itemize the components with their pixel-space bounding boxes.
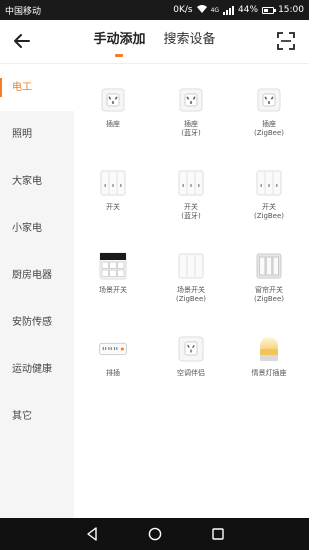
curtain-switch-icon bbox=[255, 252, 283, 280]
app-root: 中国移动 0K/s 4G 44% 15:00 手动添加 搜索设备 电工 照明 大… bbox=[0, 0, 309, 550]
socket-icon bbox=[177, 86, 205, 114]
sidebar-item-other[interactable]: 其它 bbox=[0, 393, 74, 440]
sidebar-item-label: 大家电 bbox=[12, 176, 42, 187]
ambient-lamp-icon bbox=[255, 335, 283, 363]
device-name: 情景灯插座 bbox=[251, 369, 287, 377]
network-speed: 0K/s bbox=[173, 5, 193, 15]
device-item-switch[interactable]: 开关 bbox=[74, 169, 152, 252]
sidebar-item-lighting[interactable]: 照明 bbox=[0, 111, 74, 158]
device-protocol: (ZigBee) bbox=[175, 295, 207, 303]
scene-switch-zigbee-icon bbox=[177, 252, 205, 280]
sidebar-item-security[interactable]: 安防传感 bbox=[0, 299, 74, 346]
network-type: 4G bbox=[210, 6, 220, 14]
device-name: 开关 bbox=[262, 203, 276, 211]
device-name: 开关 bbox=[184, 203, 198, 211]
device-name: 开关 bbox=[106, 203, 120, 211]
sidebar-item-label: 运动健康 bbox=[12, 364, 52, 375]
switch-icon bbox=[99, 169, 127, 197]
status-bar: 中国移动 0K/s 4G 44% 15:00 bbox=[0, 0, 309, 20]
sidebar-item-electrician[interactable]: 电工 bbox=[0, 64, 74, 111]
device-name: 排插 bbox=[106, 369, 120, 377]
device-protocol: (ZigBee) bbox=[253, 129, 285, 137]
socket-icon bbox=[99, 86, 127, 114]
category-sidebar: 电工 照明 大家电 小家电 厨房电器 安防传感 运动健康 其它 bbox=[0, 64, 74, 518]
scan-icon[interactable] bbox=[277, 32, 295, 50]
device-name: 插座 bbox=[184, 120, 198, 128]
device-protocol: (ZigBee) bbox=[253, 212, 285, 220]
signal-icon bbox=[223, 5, 235, 15]
device-item-socket-bluetooth[interactable]: 插座 (蓝牙) bbox=[152, 86, 230, 169]
battery-percent: 44% bbox=[238, 5, 259, 15]
tab-manual-add[interactable]: 手动添加 bbox=[93, 20, 146, 64]
device-name: 插座 bbox=[262, 120, 276, 128]
ac-companion-icon bbox=[177, 335, 205, 363]
tab-active-indicator bbox=[115, 54, 124, 57]
sidebar-item-small-appliances[interactable]: 小家电 bbox=[0, 205, 74, 252]
carrier-label: 中国移动 bbox=[5, 6, 42, 17]
system-nav-bar bbox=[0, 518, 309, 550]
device-item-ac-companion[interactable]: 空调伴侣 bbox=[152, 335, 230, 418]
socket-icon bbox=[255, 86, 283, 114]
device-protocol: (蓝牙) bbox=[181, 212, 201, 220]
device-name: 插座 bbox=[106, 120, 120, 128]
nav-recents-icon[interactable] bbox=[210, 526, 226, 542]
device-item-ambient-lamp-socket[interactable]: 情景灯插座 bbox=[230, 335, 308, 418]
header: 手动添加 搜索设备 bbox=[0, 20, 309, 64]
sidebar-item-label: 小家电 bbox=[12, 223, 42, 234]
wifi-icon bbox=[196, 4, 207, 16]
sidebar-item-kitchen[interactable]: 厨房电器 bbox=[0, 252, 74, 299]
device-item-power-strip[interactable]: 排插 bbox=[74, 335, 152, 418]
device-name: 窗帘开关 bbox=[255, 286, 283, 294]
sidebar-item-label: 照明 bbox=[12, 129, 32, 140]
device-item-switch-zigbee[interactable]: 开关 (ZigBee) bbox=[230, 169, 308, 252]
device-name: 场景开关 bbox=[177, 286, 205, 294]
sidebar-item-label: 安防传感 bbox=[12, 317, 52, 328]
sidebar-item-label: 电工 bbox=[12, 82, 32, 93]
device-item-socket-zigbee[interactable]: 插座 (ZigBee) bbox=[230, 86, 308, 169]
device-protocol: (蓝牙) bbox=[181, 129, 201, 137]
device-protocol: (ZigBee) bbox=[253, 295, 285, 303]
tab-bar: 手动添加 搜索设备 bbox=[0, 20, 309, 64]
tab-search-device[interactable]: 搜索设备 bbox=[164, 20, 216, 64]
nav-home-icon[interactable] bbox=[147, 526, 163, 542]
device-item-curtain-switch-zigbee[interactable]: 窗帘开关 (ZigBee) bbox=[230, 252, 308, 335]
nav-back-icon[interactable] bbox=[84, 526, 100, 542]
sidebar-item-health[interactable]: 运动健康 bbox=[0, 346, 74, 393]
switch-icon bbox=[255, 169, 283, 197]
switch-icon bbox=[177, 169, 205, 197]
clock: 15:00 bbox=[278, 5, 304, 15]
scene-switch-icon bbox=[99, 252, 127, 280]
tab-label: 手动添加 bbox=[93, 32, 146, 47]
sidebar-item-label: 厨房电器 bbox=[12, 270, 52, 281]
device-name: 场景开关 bbox=[99, 286, 127, 294]
device-grid: 插座 插座 (蓝牙) 插座 (ZigBee) 开关 开关 (蓝牙) 开关 (Zi… bbox=[74, 86, 309, 418]
device-panel: 插座 插座 (蓝牙) 插座 (ZigBee) 开关 开关 (蓝牙) 开关 (Zi… bbox=[74, 64, 309, 518]
power-strip-icon bbox=[99, 335, 127, 363]
device-item-scene-switch-zigbee[interactable]: 场景开关 (ZigBee) bbox=[152, 252, 230, 335]
status-icons: 0K/s 4G 44% 15:00 bbox=[173, 4, 304, 16]
tab-label: 搜索设备 bbox=[163, 32, 216, 47]
device-item-scene-switch[interactable]: 场景开关 bbox=[74, 252, 152, 335]
sidebar-item-large-appliances[interactable]: 大家电 bbox=[0, 158, 74, 205]
battery-icon bbox=[262, 6, 277, 14]
device-item-socket[interactable]: 插座 bbox=[74, 86, 152, 169]
device-item-switch-bluetooth[interactable]: 开关 (蓝牙) bbox=[152, 169, 230, 252]
sidebar-item-label: 其它 bbox=[12, 411, 32, 422]
device-name: 空调伴侣 bbox=[177, 369, 205, 377]
